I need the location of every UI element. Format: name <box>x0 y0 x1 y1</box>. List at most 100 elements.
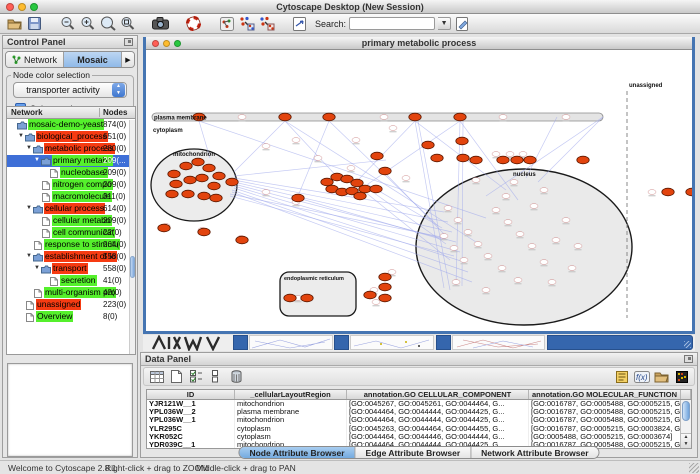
matrix-icon[interactable] <box>673 368 690 385</box>
node[interactable] <box>498 266 506 271</box>
node[interactable] <box>530 204 538 209</box>
node-selected-color[interactable] <box>524 156 536 164</box>
node-selected-color[interactable] <box>457 154 469 162</box>
node[interactable] <box>548 280 556 285</box>
node-selected-color[interactable] <box>284 294 296 302</box>
tree-row[interactable]: nucleobase-209(0) <box>7 167 135 179</box>
minimized-window-preview[interactable] <box>249 335 333 350</box>
node[interactable] <box>262 144 270 149</box>
table-row[interactable]: YLR295Ccytoplasm[GO:0045263, GO:0044464,… <box>147 425 691 433</box>
node[interactable] <box>464 230 472 235</box>
minimized-window-preview[interactable] <box>350 335 434 350</box>
tree-row[interactable]: ▼biological_process651(0) <box>7 131 135 143</box>
node[interactable] <box>562 218 570 223</box>
node[interactable] <box>568 266 576 271</box>
float-panel-icon[interactable] <box>124 38 133 46</box>
tree-row[interactable]: multi-organism pro42(0) <box>7 287 135 299</box>
scrollbar-thumb[interactable] <box>682 401 690 421</box>
node[interactable] <box>484 254 492 259</box>
node-selected-color[interactable] <box>379 167 391 175</box>
node[interactable] <box>516 232 524 237</box>
node-selected-color[interactable] <box>511 156 523 164</box>
import-attributes-icon[interactable] <box>653 368 670 385</box>
table-header-cell[interactable]: annotation.GO MOLECULAR_FUNCTION <box>529 390 681 399</box>
table-row[interactable]: YPL036W__1mitochondrion[GO:0044464, GO:0… <box>147 416 691 424</box>
node[interactable] <box>388 270 396 275</box>
help-lifering-icon[interactable] <box>185 15 202 32</box>
save-session-icon[interactable] <box>26 15 43 32</box>
node-selected-color[interactable] <box>192 158 204 166</box>
node-selected-color[interactable] <box>577 156 589 164</box>
tree-row[interactable]: secretion41(0) <box>7 275 135 287</box>
tree-row[interactable]: mosaic-demo-yeast874(0) <box>7 119 135 131</box>
node[interactable] <box>492 152 500 157</box>
node[interactable] <box>389 126 397 131</box>
snapshot-camera-icon[interactable] <box>152 15 169 32</box>
tree-row[interactable]: macromolecule311(0) <box>7 191 135 203</box>
node-selected-color[interactable] <box>379 273 391 281</box>
tree-row[interactable]: ▼establishment of lo558(0) <box>7 251 135 263</box>
node-selected-color[interactable] <box>370 185 382 193</box>
node-selected-color[interactable] <box>170 180 182 188</box>
scrollbar-buttons[interactable]: ▲▼ <box>681 433 691 448</box>
search-config-icon[interactable] <box>454 15 471 32</box>
tree-row[interactable]: ▼metabolic process280(0) <box>7 143 135 155</box>
layout-nodes-alt-icon[interactable] <box>258 15 275 32</box>
tab-network-attribute-browser[interactable]: Network Attribute Browser <box>471 447 598 458</box>
tree-row[interactable]: Overview8(0) <box>7 311 135 323</box>
node-selected-color[interactable] <box>196 174 208 182</box>
search-input[interactable] <box>349 17 435 30</box>
node-selected-color[interactable] <box>226 178 238 186</box>
layout-nodes-icon[interactable] <box>238 15 255 32</box>
node[interactable] <box>504 220 512 225</box>
attribute-table-icon[interactable] <box>148 368 165 385</box>
node[interactable] <box>238 115 246 120</box>
minimized-window-handle[interactable] <box>233 335 248 350</box>
node[interactable] <box>506 152 514 157</box>
zoom-actual-icon[interactable] <box>119 15 136 32</box>
window-titlebar[interactable]: Cytoscape Desktop (New Session) <box>0 0 700 14</box>
delete-attribute-icon[interactable] <box>228 368 245 385</box>
table-row[interactable]: YKR052Ccytoplasm[GO:0044464, GO:0044446,… <box>147 433 691 441</box>
node-selected-color[interactable] <box>213 172 225 180</box>
report-icon[interactable] <box>613 368 630 385</box>
minimized-window-preview[interactable] <box>452 335 545 350</box>
node-selected-color[interactable] <box>184 176 196 184</box>
node[interactable] <box>540 260 548 265</box>
tabs-overflow-arrow[interactable]: ▶ <box>122 52 134 67</box>
node-selected-color[interactable] <box>470 156 482 164</box>
tab-network[interactable]: Network <box>6 52 64 67</box>
table-row[interactable]: YJR121W__1mitochondrion[GO:0045267, GO:0… <box>147 400 691 408</box>
tree-scrollbar[interactable] <box>129 120 135 354</box>
node[interactable] <box>502 194 510 199</box>
node-selected-color[interactable] <box>409 113 421 121</box>
node-selected-color[interactable] <box>422 141 434 149</box>
network-window-titlebar[interactable]: primary metabolic process <box>146 37 692 50</box>
node-selected-color[interactable] <box>208 182 220 190</box>
node-selected-color[interactable] <box>168 170 180 178</box>
node-selected-color[interactable] <box>210 194 222 202</box>
node[interactable] <box>262 190 270 195</box>
node[interactable] <box>510 180 518 185</box>
node[interactable] <box>562 115 570 120</box>
tree-row[interactable]: unassigned223(0) <box>7 299 135 311</box>
tree-row[interactable]: response to stimulu264(0) <box>7 239 135 251</box>
tree-row[interactable]: nitrogen compo209(0) <box>7 179 135 191</box>
node-selected-color[interactable] <box>301 294 313 302</box>
node[interactable] <box>452 280 460 285</box>
tab-node-attribute-browser[interactable]: Node Attribute Browser <box>239 447 355 458</box>
node-selected-color[interactable] <box>364 291 376 299</box>
node-selected-color[interactable] <box>180 162 192 170</box>
node[interactable] <box>372 300 380 305</box>
search-dropdown-arrow[interactable]: ▼ <box>438 17 451 30</box>
expand-arrow-icon[interactable]: ▼ <box>34 157 40 163</box>
tab-mosaic[interactable]: Mosaic <box>64 52 122 67</box>
tree-row[interactable]: ▼primary metabo209(... <box>7 155 135 167</box>
node-selected-color[interactable] <box>456 137 468 145</box>
table-header-cell[interactable]: _cellularLayoutRegion <box>235 390 347 399</box>
node-selected-color[interactable] <box>236 236 248 244</box>
node[interactable] <box>444 206 452 211</box>
node-selected-color[interactable] <box>379 283 391 291</box>
region-nucleus[interactable] <box>416 169 632 325</box>
node[interactable] <box>540 188 548 193</box>
